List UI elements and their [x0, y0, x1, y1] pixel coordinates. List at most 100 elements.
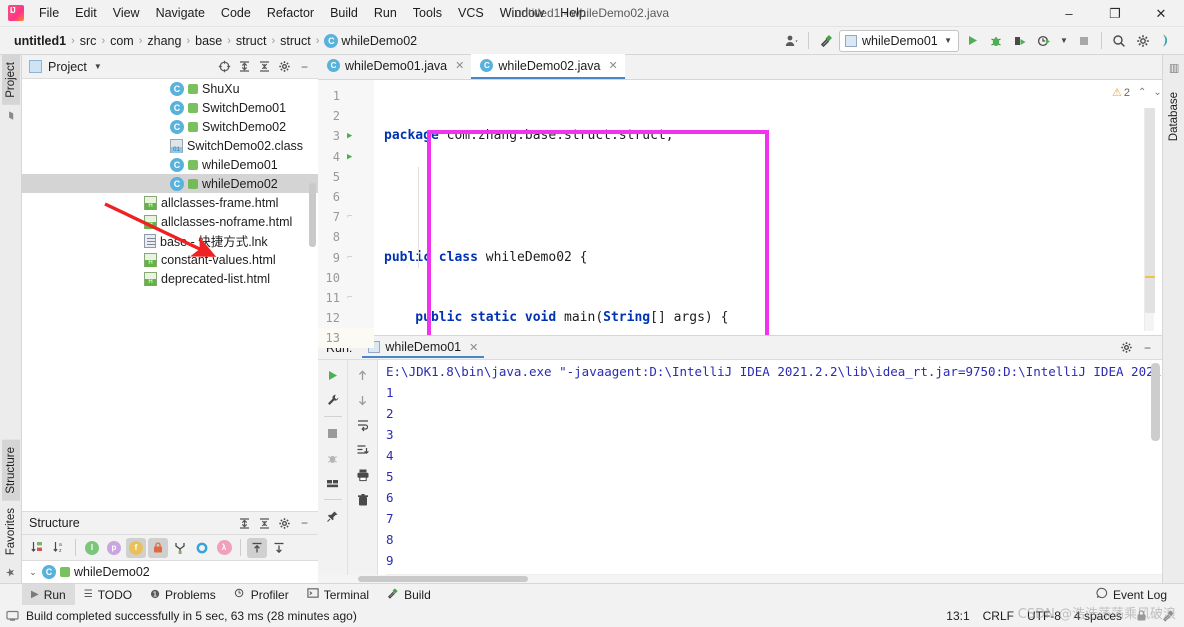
- updates-icon[interactable]: [1156, 30, 1178, 52]
- scrollbar-thumb[interactable]: [1151, 363, 1160, 441]
- tree-item-whiledemo02[interactable]: whileDemo02: [22, 174, 318, 193]
- breadcrumb-item-project[interactable]: untitled1: [10, 33, 70, 49]
- scrollbar-thumb[interactable]: [358, 576, 528, 582]
- locate-file-icon[interactable]: [215, 57, 234, 76]
- menu-tools[interactable]: Tools: [405, 1, 450, 25]
- print-icon[interactable]: [352, 464, 374, 486]
- sidebar-tab-project[interactable]: Project: [1, 55, 20, 105]
- breadcrumb-item-com[interactable]: com: [106, 33, 138, 49]
- hide-panel-icon[interactable]: −: [295, 57, 314, 76]
- menu-refactor[interactable]: Refactor: [259, 1, 322, 25]
- pin-icon[interactable]: [322, 505, 344, 527]
- hammer-icon[interactable]: [815, 30, 837, 52]
- hide-panel-icon[interactable]: −: [295, 514, 314, 533]
- inspections-icon[interactable]: [1162, 609, 1176, 623]
- show-fields-icon[interactable]: f: [126, 537, 146, 558]
- console-horizontal-scrollbar[interactable]: [318, 575, 1162, 583]
- tree-item-switchdemo01[interactable]: SwitchDemo01: [22, 98, 318, 117]
- search-everywhere-icon[interactable]: [1108, 30, 1130, 52]
- editor-scrollbar[interactable]: [1144, 108, 1155, 331]
- run-with-coverage-icon[interactable]: [1009, 30, 1031, 52]
- user-avatar-icon[interactable]: [780, 30, 802, 52]
- sidebar-tab-favorites[interactable]: Favorites: [2, 501, 20, 562]
- group-icon[interactable]: [170, 538, 190, 558]
- minimize-button[interactable]: –: [1046, 0, 1092, 27]
- bottom-tab-run[interactable]: ▶ Run: [22, 583, 75, 606]
- warning-marker[interactable]: [1145, 276, 1155, 278]
- chevron-up-icon[interactable]: ⌃: [1138, 87, 1146, 98]
- breadcrumb-item-struct-2[interactable]: struct: [276, 33, 315, 49]
- show-properties-icon[interactable]: p: [104, 538, 124, 558]
- close-tab-icon[interactable]: ✕: [609, 59, 618, 72]
- close-button[interactable]: ✕: [1138, 0, 1184, 27]
- menu-view[interactable]: View: [105, 1, 148, 25]
- project-tree-scrollbar[interactable]: [309, 183, 316, 247]
- tree-item-whiledemo01[interactable]: whileDemo01: [22, 155, 318, 174]
- menu-window[interactable]: Window: [492, 1, 552, 25]
- editor-gutter[interactable]: 1 2 3 ▶ 4 ▶ 5 6 7 ⌐ 8 9 ⌐ 10 11 ⌐ 12 13: [318, 80, 374, 349]
- scroll-up-icon[interactable]: [352, 364, 374, 386]
- project-tree[interactable]: ShuXu SwitchDemo01 SwitchDemo02 SwitchDe…: [22, 79, 318, 511]
- stop-icon[interactable]: [1073, 30, 1095, 52]
- menu-navigate[interactable]: Navigate: [148, 1, 213, 25]
- gear-icon[interactable]: [275, 57, 294, 76]
- indent-setting[interactable]: 4 spaces: [1074, 609, 1122, 623]
- bottom-tab-terminal[interactable]: Terminal: [298, 584, 378, 606]
- tree-item-switchdemo02[interactable]: SwitchDemo02: [22, 117, 318, 136]
- show-non-public-icon[interactable]: [148, 537, 168, 558]
- line-separator[interactable]: CRLF: [983, 609, 1014, 623]
- console-scrollbar[interactable]: [1151, 363, 1160, 573]
- menu-vcs[interactable]: VCS: [450, 1, 492, 25]
- profile-icon[interactable]: [1033, 30, 1055, 52]
- event-log-button[interactable]: Event Log: [1087, 584, 1176, 606]
- debug-icon[interactable]: [985, 30, 1007, 52]
- tree-item-switchdemo02-class[interactable]: SwitchDemo02.class: [22, 136, 318, 155]
- tree-item-deprecated-list[interactable]: deprecated-list.html: [22, 269, 318, 288]
- debug-icon[interactable]: [322, 447, 344, 469]
- console-output[interactable]: E:\JDK1.8\bin\java.exe "-javaagent:D:\In…: [378, 360, 1162, 575]
- gear-icon[interactable]: [275, 514, 294, 533]
- menu-code[interactable]: Code: [213, 1, 259, 25]
- inspection-status[interactable]: ⚠ 2 ⌃ ⌄: [1110, 80, 1162, 100]
- soft-wrap-icon[interactable]: [352, 414, 374, 436]
- close-tab-icon[interactable]: ✕: [455, 59, 464, 72]
- show-lambda-icon[interactable]: λ: [214, 538, 234, 558]
- maximize-button[interactable]: ❐: [1092, 0, 1138, 27]
- code-content[interactable]: package com.zhang.base.struct.struct; pu…: [374, 80, 1110, 335]
- run-method-icon[interactable]: ▶: [347, 152, 352, 162]
- sort-alphabetically-icon[interactable]: az: [49, 538, 69, 558]
- menu-help[interactable]: Help: [552, 1, 594, 25]
- menu-build[interactable]: Build: [322, 1, 366, 25]
- scroll-down-icon[interactable]: [352, 389, 374, 411]
- tree-item-base-lnk[interactable]: base - 快捷方式.lnk: [22, 231, 318, 250]
- scrollbar-thumb[interactable]: [1145, 108, 1155, 313]
- show-inherited-icon[interactable]: I: [82, 538, 102, 558]
- tab-whiledemo02-java[interactable]: whileDemo02.java ✕: [471, 54, 625, 79]
- menu-run[interactable]: Run: [366, 1, 405, 25]
- fold-marker-icon[interactable]: ⌐: [347, 212, 352, 222]
- bottom-tab-profiler[interactable]: Profiler: [225, 584, 298, 606]
- tree-item-constant-values[interactable]: constant-values.html: [22, 250, 318, 269]
- code-editor[interactable]: 1 2 3 ▶ 4 ▶ 5 6 7 ⌐ 8 9 ⌐ 10 11 ⌐ 12 13 packa…: [318, 80, 1162, 349]
- breadcrumb-item-zhang[interactable]: zhang: [143, 33, 185, 49]
- wrench-icon[interactable]: [322, 389, 344, 411]
- gear-icon[interactable]: [1117, 338, 1136, 357]
- stop-icon[interactable]: [322, 422, 344, 444]
- settings-icon[interactable]: [1132, 30, 1154, 52]
- bottom-tab-problems[interactable]: ❶ Problems: [141, 584, 225, 606]
- expand-all-icon[interactable]: [235, 57, 254, 76]
- lock-icon[interactable]: [1135, 609, 1149, 623]
- tab-whiledemo01-java[interactable]: whileDemo01.java ✕: [318, 54, 471, 79]
- tree-item-shuxu[interactable]: ShuXu: [22, 79, 318, 98]
- breadcrumb-item-base[interactable]: base: [191, 33, 226, 49]
- tree-item-allclasses-frame[interactable]: allclasses-frame.html: [22, 193, 318, 212]
- collapse-all-icon[interactable]: [269, 538, 289, 558]
- run-icon[interactable]: [961, 30, 983, 52]
- collapse-all-icon[interactable]: [255, 57, 274, 76]
- chevron-down-icon[interactable]: ⌄: [1153, 87, 1161, 98]
- tree-item-allclasses-noframe[interactable]: allclasses-noframe.html: [22, 212, 318, 231]
- breadcrumb-item-whiledemo02[interactable]: whileDemo02: [320, 33, 421, 49]
- menu-file[interactable]: File: [31, 1, 67, 25]
- file-encoding[interactable]: UTF-8: [1027, 609, 1061, 623]
- run-configuration-selector[interactable]: whileDemo01 ▼: [839, 29, 959, 52]
